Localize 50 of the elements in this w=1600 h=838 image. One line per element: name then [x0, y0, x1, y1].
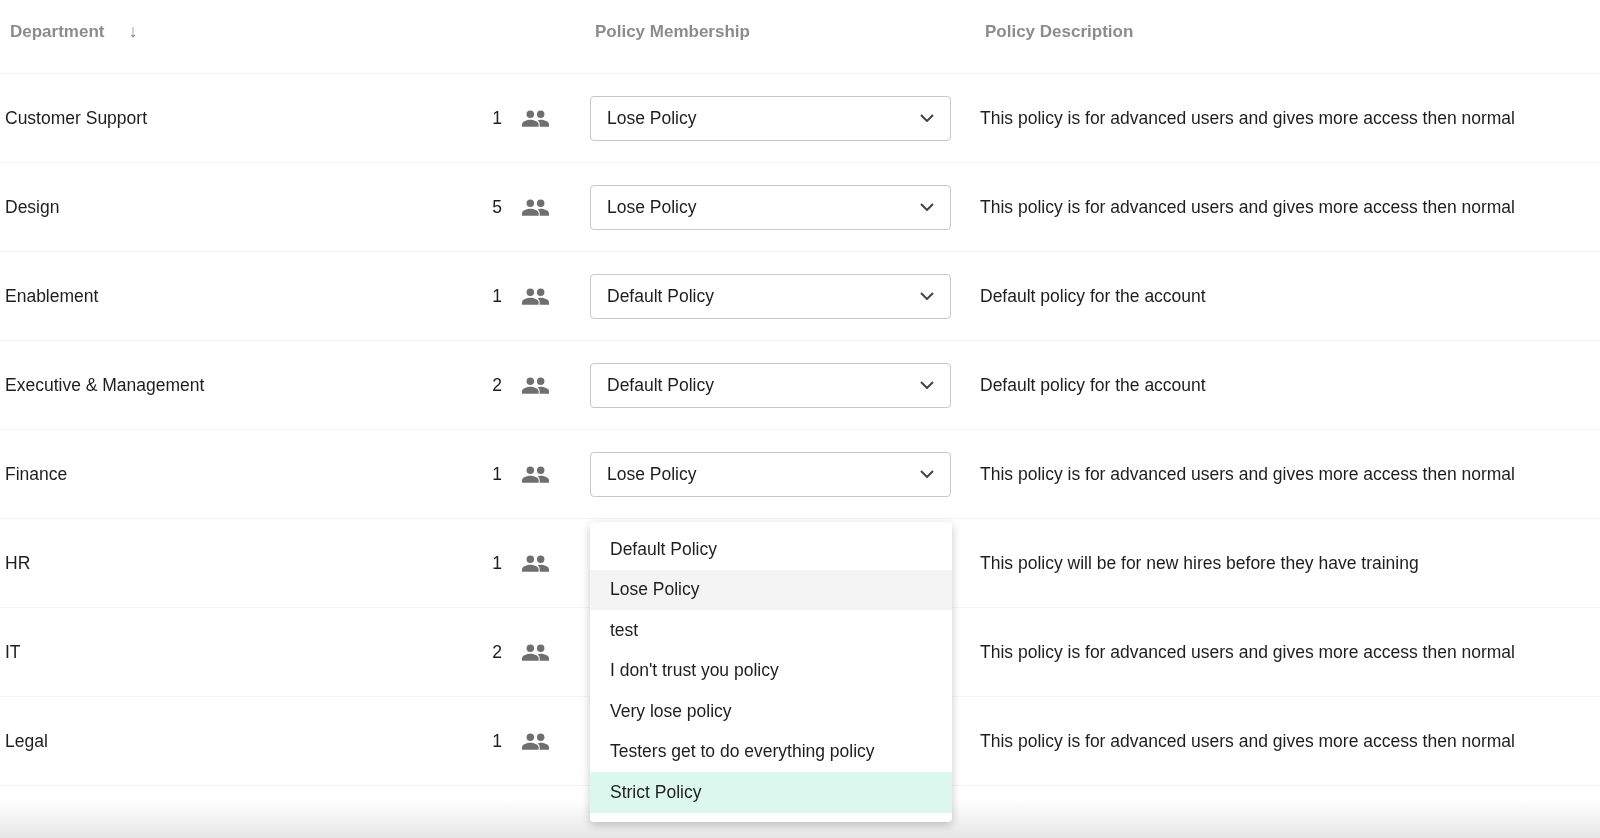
- department-name: Finance: [5, 463, 68, 484]
- department-name: HR: [5, 552, 31, 573]
- chevron-down-icon: [920, 381, 934, 389]
- people-icon[interactable]: [522, 465, 549, 483]
- dropdown-option[interactable]: Very lose policy: [590, 691, 952, 732]
- people-icon[interactable]: [522, 554, 549, 572]
- policy-description: This policy is for advanced users and gives more access then normal: [980, 196, 1515, 217]
- people-icon[interactable]: [522, 643, 549, 661]
- policy-select[interactable]: Lose Policy: [590, 451, 951, 497]
- member-count: 1: [492, 463, 502, 484]
- policy-description: Default policy for the account: [980, 374, 1206, 395]
- chevron-down-icon: [920, 470, 934, 478]
- people-icon[interactable]: [522, 109, 549, 127]
- department-name: Executive & Management: [5, 374, 205, 395]
- dropdown-option[interactable]: Default Policy: [590, 529, 952, 570]
- department-name: Design: [5, 196, 60, 217]
- department-name: Legal: [5, 730, 48, 751]
- dropdown-option[interactable]: test: [590, 610, 952, 651]
- dropdown-option[interactable]: Testers get to do everything policy: [590, 731, 952, 772]
- dropdown-option[interactable]: Strict Policy: [590, 772, 952, 813]
- policy-description: This policy is for advanced users and gives more access then normal: [980, 641, 1515, 662]
- department-name: Enablement: [5, 285, 99, 306]
- policy-select[interactable]: Default Policy: [590, 362, 951, 408]
- policy-description: This policy is for advanced users and gives more access then normal: [980, 107, 1515, 128]
- policy-description: Default policy for the account: [980, 285, 1206, 306]
- member-count: 1: [492, 730, 502, 751]
- policy-select[interactable]: Lose Policy: [590, 184, 951, 230]
- department-name: IT: [5, 641, 21, 662]
- dropdown-option[interactable]: I don't trust you policy: [590, 650, 952, 691]
- sort-arrow-icon[interactable]: ↓: [128, 21, 138, 42]
- policy-select[interactable]: Lose Policy: [590, 95, 951, 141]
- policy-description: This policy is for advanced users and gives more access then normal: [980, 730, 1515, 751]
- policy-select[interactable]: Default Policy: [590, 273, 951, 319]
- people-icon[interactable]: [522, 287, 549, 305]
- member-count: 2: [492, 641, 502, 662]
- member-count: 5: [492, 196, 502, 217]
- chevron-down-icon: [920, 203, 934, 211]
- people-icon[interactable]: [522, 376, 549, 394]
- policy-description: This policy will be for new hires before they have training: [980, 552, 1419, 573]
- department-name: Customer Support: [5, 107, 147, 128]
- people-icon[interactable]: [522, 732, 549, 750]
- chevron-down-icon: [920, 292, 934, 300]
- dropdown-option[interactable]: Lose Policy: [590, 569, 952, 610]
- member-count: 1: [492, 285, 502, 306]
- people-icon[interactable]: [522, 198, 549, 216]
- member-count: 1: [492, 107, 502, 128]
- chevron-down-icon: [920, 114, 934, 122]
- policy-description: This policy is for advanced users and gives more access then normal: [980, 463, 1515, 484]
- member-count: 2: [492, 374, 502, 395]
- member-count: 1: [492, 552, 502, 573]
